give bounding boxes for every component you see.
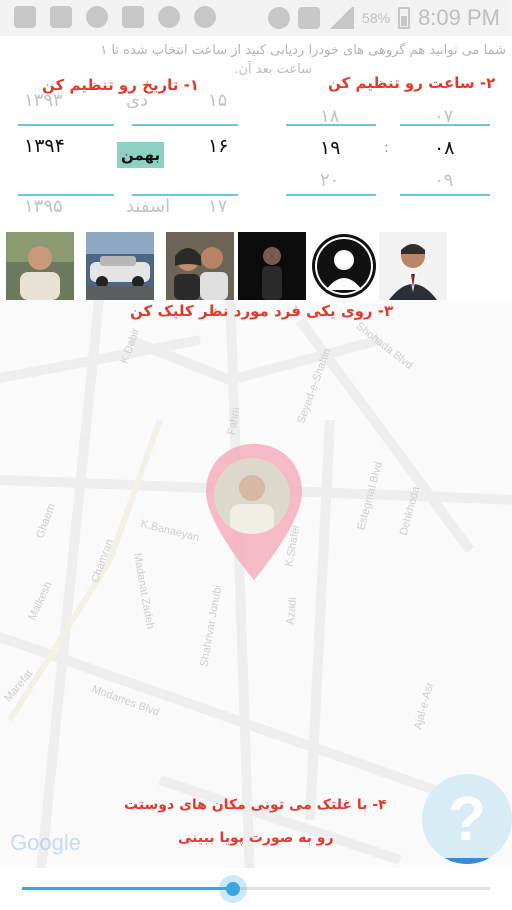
usb-icon [50,6,72,28]
month-prev[interactable]: دی [126,90,148,111]
hour-selected[interactable]: ۱۹ [320,137,340,159]
month-selected[interactable]: بهمن [117,142,165,168]
intro-text-2: ساعت بعد آن. [234,62,312,77]
minute-prev[interactable]: ۰۷ [434,106,453,127]
contact-avatar-car[interactable] [86,232,154,300]
map-view[interactable]: K.Dabir Shohada Blvd Fahm Seyed-e-Shahin… [0,300,512,868]
hour-prev[interactable]: ۱۸ [320,106,339,127]
contacts-row [6,232,506,300]
slider-thumb[interactable] [218,875,247,903]
add-icon [14,6,36,28]
step4-label-line2: رو به صورت پویا ببینی [178,830,334,846]
step3-label: ۳- روی یکی فرد مورد نظر کلیک کن [130,302,394,320]
step1-label: ۱- تاریخ رو تنظیم کن [42,76,200,94]
battery-icon [398,7,411,29]
map-label: Azadi [284,596,299,626]
year-next[interactable]: ۱۳۹۵ [24,198,63,214]
pin-avatar [214,458,290,534]
day-selected[interactable]: ۱۶ [208,135,228,157]
document-icon [122,6,144,28]
contact-avatar-suit[interactable] [379,232,447,300]
eye-icon [268,7,291,29]
date-picker[interactable]: ۱۳۹۳ دی ۱۵ ۱۳۹۴ بهمن ۱۶ ۱۳۹۵ اسفند ۱۷ [14,90,238,216]
slider-track[interactable] [22,875,490,903]
intro-text: شما می توانید هم گروهی های خودرا ردیابی … [100,43,506,58]
wifi-icon [298,7,321,29]
day-prev[interactable]: ۱۵ [208,90,227,111]
status-time: 8:09 PM [418,5,500,30]
telegram-icon [86,6,108,28]
step2-label: ۲- ساعت رو تنظیم کن [328,74,496,92]
minute-next[interactable]: ۰۹ [434,170,453,191]
google-logo: Google [10,830,81,855]
timeline-slider[interactable] [0,868,512,910]
slider-fill [22,887,233,890]
month-next[interactable]: اسفند [126,198,170,214]
question-icon: ? [448,784,486,854]
hour-next[interactable]: ۲۰ [320,170,339,191]
help-button[interactable]: ? [422,774,512,864]
minute-selected[interactable]: ۰۸ [434,137,454,159]
contact-avatar-dark[interactable] [238,232,306,300]
time-separator: : [384,140,389,156]
search-icon [194,6,216,28]
contact-avatar-empty[interactable] [310,232,378,300]
contact-avatar-couple[interactable] [166,232,234,300]
signal-icon [328,7,355,29]
step4-label-line1: ۴- با غلتک می تونی مکان های دوستت [124,797,387,813]
status-bar: 58% 8:09 PM [0,0,512,36]
battery-percent: 58% [362,10,391,26]
location-icon [158,6,180,28]
map-roads [0,300,512,868]
contact-avatar-1[interactable] [6,232,74,300]
time-picker[interactable]: ۱۸ ۰۷ ۱۹ : ۰۸ ۲۰ ۰۹ [282,106,494,204]
day-next[interactable]: ۱۷ [208,198,227,214]
year-selected[interactable]: ۱۳۹۴ [24,135,65,157]
year-prev[interactable]: ۱۳۹۳ [24,90,63,111]
